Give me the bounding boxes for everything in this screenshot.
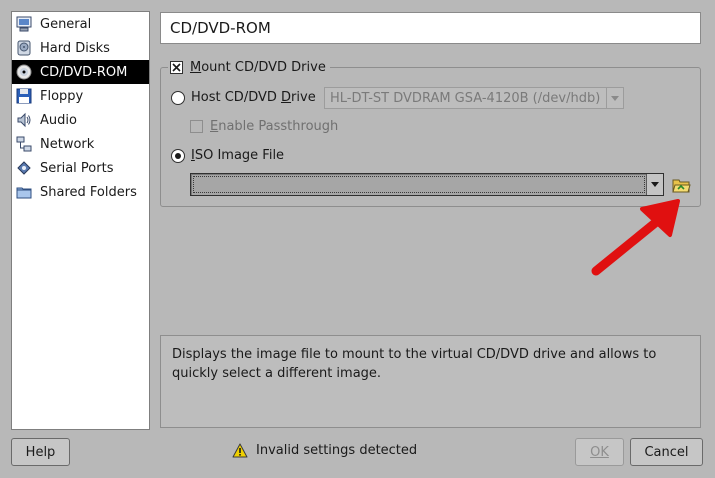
ok-button[interactable]: OK [575, 438, 624, 466]
sidebar-item-hard-disks[interactable]: Hard Disks [12, 36, 149, 60]
mount-cd-dvd-drive-checkbox[interactable]: Mount CD/DVD Drive [168, 58, 330, 76]
radio-unchecked-icon [171, 90, 185, 105]
host-drive-radio[interactable]: Host CD/DVD Drive [171, 90, 316, 105]
host-drive-select[interactable]: HL-DT-ST DVDRAM GSA-4120B (/dev/hdb) [324, 87, 624, 109]
enable-passthrough-checkbox[interactable]: Enable Passthrough [190, 119, 338, 134]
checkbox-unchecked-icon [190, 120, 203, 133]
sidebar-item-general[interactable]: General [12, 12, 149, 36]
host-drive-label: Host CD/DVD Drive [191, 90, 316, 105]
cancel-button[interactable]: Cancel [630, 438, 703, 466]
sidebar-item-network[interactable]: Network [12, 132, 149, 156]
checkbox-checked-icon [170, 60, 183, 74]
host-drive-value: HL-DT-ST DVDRAM GSA-4120B (/dev/hdb) [330, 90, 601, 106]
sidebar-item-audio[interactable]: Audio [12, 108, 149, 132]
status-message: Invalid settings detected [232, 443, 417, 458]
chevron-down-icon [606, 88, 623, 108]
warning-icon [232, 443, 248, 458]
page-title: CD/DVD-ROM [160, 12, 701, 44]
help-button[interactable]: Help [11, 438, 70, 466]
sidebar-item-shared-folders[interactable]: Shared Folders [12, 180, 149, 204]
sidebar-item-cd-dvd-rom[interactable]: CD/DVD-ROM [12, 60, 149, 84]
sidebar-item-serial-ports[interactable]: Serial Ports [12, 156, 149, 180]
chevron-down-icon [646, 174, 663, 195]
info-description: Displays the image file to mount to the … [160, 335, 701, 428]
annotation-arrow [591, 199, 680, 276]
mount-label: Mount CD/DVD Drive [190, 59, 326, 75]
status-text: Invalid settings detected [256, 443, 418, 458]
hard-disk-icon [17, 40, 31, 56]
computer-icon [16, 16, 32, 32]
radio-checked-icon [171, 148, 185, 163]
settings-sidebar: General Hard Disks CD/DVD-ROM Floppy Aud… [11, 11, 150, 430]
sidebar-item-label: Serial Ports [40, 160, 114, 176]
serial-port-icon [17, 161, 31, 175]
iso-label: ISO Image File [191, 148, 285, 163]
folder-open-icon[interactable] [672, 177, 691, 194]
ok-label: OK [590, 444, 609, 460]
network-icon [16, 136, 32, 152]
sidebar-item-label: CD/DVD-ROM [40, 64, 128, 80]
sidebar-item-label: Shared Folders [40, 184, 137, 200]
sidebar-item-label: Hard Disks [40, 40, 110, 56]
cd-icon [16, 64, 32, 80]
shared-folder-icon [16, 187, 32, 199]
sidebar-item-label: General [40, 16, 92, 32]
sidebar-item-floppy[interactable]: Floppy [12, 84, 149, 108]
iso-image-select[interactable] [190, 173, 664, 196]
floppy-icon [16, 88, 32, 104]
focus-rect [193, 176, 645, 193]
iso-image-file-radio[interactable]: ISO Image File [171, 148, 284, 163]
audio-icon [17, 112, 31, 128]
passthrough-label: Enable Passthrough [210, 119, 339, 134]
sidebar-item-label: Audio [40, 112, 77, 128]
page-title-text: CD/DVD-ROM [170, 19, 271, 37]
sidebar-item-label: Floppy [40, 88, 84, 104]
sidebar-item-label: Network [40, 136, 95, 152]
